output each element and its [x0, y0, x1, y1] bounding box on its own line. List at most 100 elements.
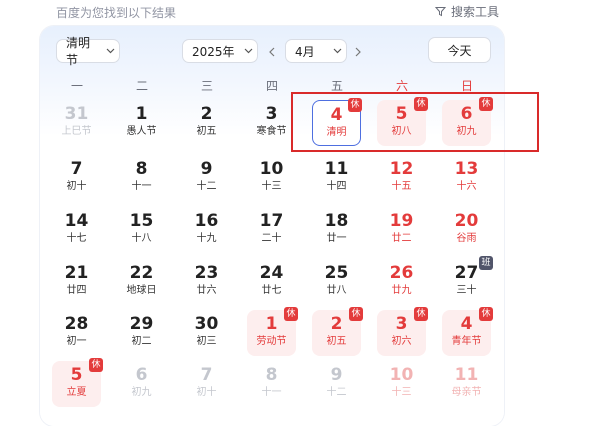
day-cell-selected[interactable]: 4 清明休: [312, 98, 362, 146]
day-cell[interactable]: 24 廿七: [247, 259, 296, 305]
lunar-label: 廿一: [326, 233, 347, 244]
day-cell[interactable]: 17 二十: [247, 207, 296, 253]
day-number: 7: [70, 159, 83, 179]
lunar-label: 十一: [131, 181, 152, 192]
day-cell[interactable]: 11 母亲节: [442, 361, 491, 407]
day-number: 25: [324, 263, 349, 283]
day-cell[interactable]: 15 十八: [117, 207, 166, 253]
day-cell[interactable]: 8 十一: [247, 361, 296, 407]
day-cell[interactable]: 29 初二: [117, 310, 166, 356]
lunar-label: 劳动节: [256, 336, 287, 347]
year-select[interactable]: 2025年: [182, 39, 258, 63]
day-number: 23: [194, 263, 219, 283]
day-cell[interactable]: 7 初十: [182, 361, 231, 407]
search-tools-label: 搜索工具: [451, 5, 500, 19]
lunar-label: 初五: [326, 336, 347, 347]
day-cell[interactable]: 9 十二: [182, 155, 231, 201]
day-cell[interactable]: 13 十六: [442, 155, 491, 201]
lunar-label: 寒食节: [256, 126, 287, 137]
day-cell[interactable]: 23 廿六: [182, 259, 231, 305]
day-number: 29: [129, 314, 154, 334]
day-cell[interactable]: 12 十五: [377, 155, 426, 201]
lunar-label: 廿八: [326, 285, 347, 296]
day-number: 24: [259, 263, 284, 283]
day-cell[interactable]: 8 十一: [117, 155, 166, 201]
day-cell[interactable]: 22 地球日: [117, 259, 166, 305]
day-cell[interactable]: 2 初五: [182, 100, 231, 146]
lunar-label: 十一: [261, 387, 282, 398]
lunar-label: 初九: [131, 387, 152, 398]
lunar-label: 初一: [66, 336, 87, 347]
day-cell[interactable]: 31 上巳节: [52, 100, 101, 146]
day-cell[interactable]: 19 廿二: [377, 207, 426, 253]
lunar-label: 廿九: [391, 285, 412, 296]
day-number: 10: [389, 365, 414, 385]
previous-month-button[interactable]: [266, 42, 278, 60]
rest-day-badge: 休: [414, 307, 428, 321]
weekday-label: 三: [200, 79, 213, 93]
day-number: 15: [129, 211, 154, 231]
lunar-label: 立夏: [66, 387, 87, 398]
day-cell[interactable]: 5 初八休: [377, 97, 428, 146]
day-cell[interactable]: 10 十三: [377, 361, 426, 407]
chevron-down-icon: [101, 48, 119, 54]
day-cell[interactable]: 1 愚人节: [117, 100, 166, 146]
day-number: 26: [389, 263, 414, 283]
next-month-button[interactable]: [352, 42, 364, 60]
lunar-label: 十五: [391, 181, 412, 192]
filter-icon: [435, 6, 446, 17]
day-number: 11: [454, 365, 479, 385]
lunar-label: 初十: [66, 181, 87, 192]
day-cell[interactable]: 6 初九: [117, 361, 166, 407]
day-cell[interactable]: 11 十四: [312, 155, 361, 201]
day-cell[interactable]: 6 初九休: [442, 97, 493, 146]
day-cell[interactable]: 3 寒食节: [247, 100, 296, 146]
lunar-label: 青年节: [451, 336, 482, 347]
day-cell[interactable]: 3 初六休: [377, 307, 428, 356]
result-count-note: 百度为您找到以下结果: [56, 6, 177, 20]
day-cell[interactable]: 5 立夏休: [52, 358, 103, 407]
rest-day-badge: 休: [414, 97, 428, 111]
day-cell[interactable]: 10 十三: [247, 155, 296, 201]
day-number: 19: [389, 211, 414, 231]
lunar-label: 十二: [196, 181, 217, 192]
day-cell[interactable]: 1 劳动节休: [247, 307, 298, 356]
day-cell[interactable]: 14 十七: [52, 207, 101, 253]
day-number: 14: [64, 211, 89, 231]
rest-day-badge: 休: [349, 307, 363, 321]
lunar-label: 十三: [391, 387, 412, 398]
weekday-label: 四: [265, 79, 278, 93]
search-tools-button[interactable]: 搜索工具: [435, 3, 499, 20]
day-cell[interactable]: 4 青年节休: [442, 307, 493, 356]
day-cell[interactable]: 2 初五休: [312, 307, 363, 356]
day-cell[interactable]: 7 初十: [52, 155, 101, 201]
today-button[interactable]: 今天: [428, 37, 491, 63]
lunar-label: 初九: [456, 126, 477, 137]
day-cell[interactable]: 21 廿四: [52, 259, 101, 305]
day-number: 21: [64, 263, 89, 283]
day-cell[interactable]: 18 廿一: [312, 207, 361, 253]
day-number: 1: [135, 104, 148, 124]
day-number: 16: [194, 211, 219, 231]
day-cell[interactable]: 25 廿八: [312, 259, 361, 305]
day-cell[interactable]: 28 初一: [52, 310, 101, 356]
day-cell[interactable]: 27 三十班: [442, 256, 493, 305]
chevron-down-icon: [328, 48, 346, 54]
day-number: 6: [135, 365, 148, 385]
day-number: 11: [324, 159, 349, 179]
day-number: 3: [265, 104, 278, 124]
lunar-label: 十六: [456, 181, 477, 192]
day-cell[interactable]: 9 十二: [312, 361, 361, 407]
weekday-label: 五: [330, 79, 343, 93]
holiday-select[interactable]: 清明节: [56, 36, 120, 67]
day-cell[interactable]: 26 廿九: [377, 259, 426, 305]
month-select[interactable]: 4月: [285, 39, 347, 63]
day-cell[interactable]: 20 谷雨: [442, 207, 491, 253]
lunar-label: 初十: [196, 387, 217, 398]
day-cell[interactable]: 16 十九: [182, 207, 231, 253]
day-cell[interactable]: 30 初三: [182, 310, 231, 356]
weekday-label: 六: [395, 79, 408, 93]
lunar-label: 十九: [196, 233, 217, 244]
lunar-label: 上巳节: [61, 126, 92, 137]
day-number: 8: [135, 159, 148, 179]
